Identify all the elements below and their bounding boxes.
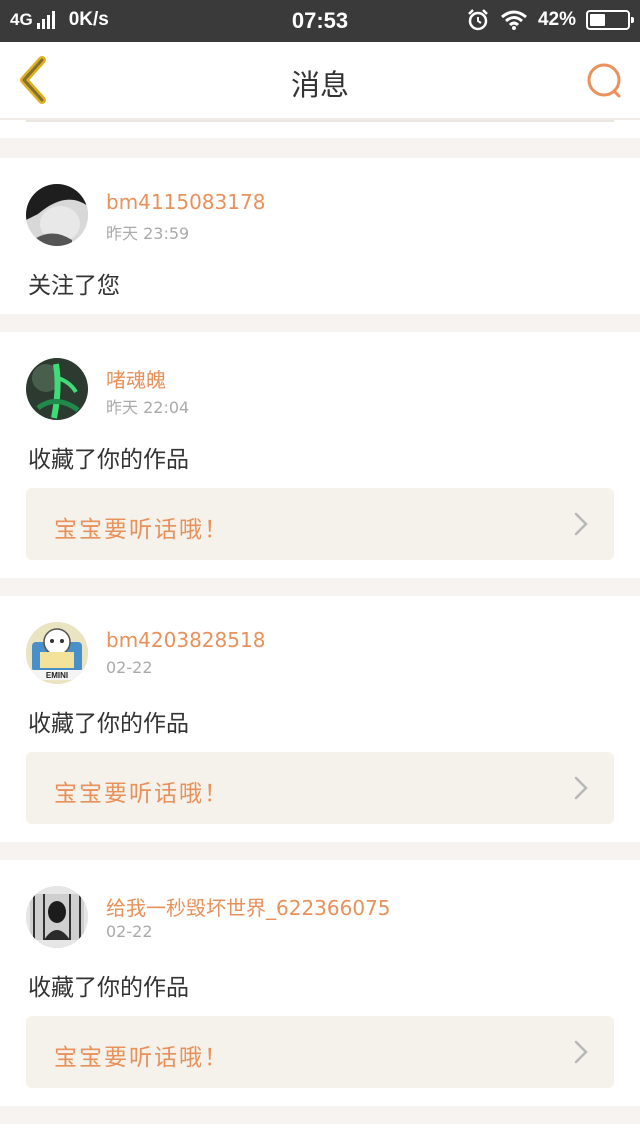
work-link[interactable]: 宝宝要听话哦！ xyxy=(26,1016,614,1088)
avatar[interactable] xyxy=(26,358,88,420)
battery-percent: 42% xyxy=(537,9,576,30)
message-action: 收藏了你的作品 xyxy=(28,975,189,1001)
work-link[interactable]: 宝宝要听话哦！ xyxy=(26,488,614,560)
previous-card-edge xyxy=(0,120,640,138)
work-link[interactable]: 宝宝要听话哦！ xyxy=(26,752,614,824)
battery-icon xyxy=(586,10,634,30)
next-card-edge xyxy=(0,1124,640,1138)
search-icon xyxy=(587,63,621,98)
message-time: 昨天 23:59 xyxy=(106,224,190,243)
username[interactable]: 啫魂魄 xyxy=(106,364,166,393)
status-bar: 4G 0K/s 07:53 42% xyxy=(0,0,640,42)
message-time: 02-22 xyxy=(106,658,153,677)
message-card[interactable]: 啫魂魄 昨天 22:04 收藏了你的作品 宝宝要听话哦！ xyxy=(0,332,640,578)
work-title: 宝宝要听话哦！ xyxy=(54,517,229,543)
message-action: 收藏了你的作品 xyxy=(28,447,189,473)
username[interactable]: bm4203828518 xyxy=(106,628,265,652)
chevron-right-icon xyxy=(574,776,588,800)
message-action: 收藏了你的作品 xyxy=(28,711,189,737)
chevron-right-icon xyxy=(574,1040,588,1064)
wifi-icon xyxy=(501,10,527,30)
page-title: 消息 xyxy=(290,68,349,102)
message-time: 昨天 22:04 xyxy=(106,398,190,417)
message-card[interactable]: 给我一秒毁坏世界_622366075 02-22 收藏了你的作品 宝宝要听话哦！ xyxy=(0,860,640,1106)
battery-level xyxy=(590,14,606,26)
username[interactable]: 给我一秒毁坏世界_622366075 xyxy=(106,892,391,921)
work-title: 宝宝要听话哦！ xyxy=(54,781,229,807)
message-card[interactable]: bm4115083178 昨天 23:59 关注了您 xyxy=(0,158,640,314)
alarm-icon xyxy=(468,9,488,31)
avatar[interactable]: EMINI xyxy=(26,622,88,684)
top-nav-bar: 消息 xyxy=(0,42,640,120)
svg-text:EMINI: EMINI xyxy=(46,671,68,680)
avatar[interactable] xyxy=(26,886,88,948)
search-button[interactable] xyxy=(584,60,626,102)
work-title: 宝宝要听话哦！ xyxy=(54,1045,229,1071)
message-time: 02-22 xyxy=(106,922,153,941)
message-card[interactable]: EMINI bm4203828518 02-22 收藏了你的作品 宝宝要听话哦！ xyxy=(0,596,640,842)
username[interactable]: bm4115083178 xyxy=(106,190,265,214)
status-right: 42% xyxy=(466,8,634,32)
chevron-right-icon xyxy=(574,512,588,536)
avatar[interactable] xyxy=(26,184,88,246)
message-action: 关注了您 xyxy=(28,273,120,299)
